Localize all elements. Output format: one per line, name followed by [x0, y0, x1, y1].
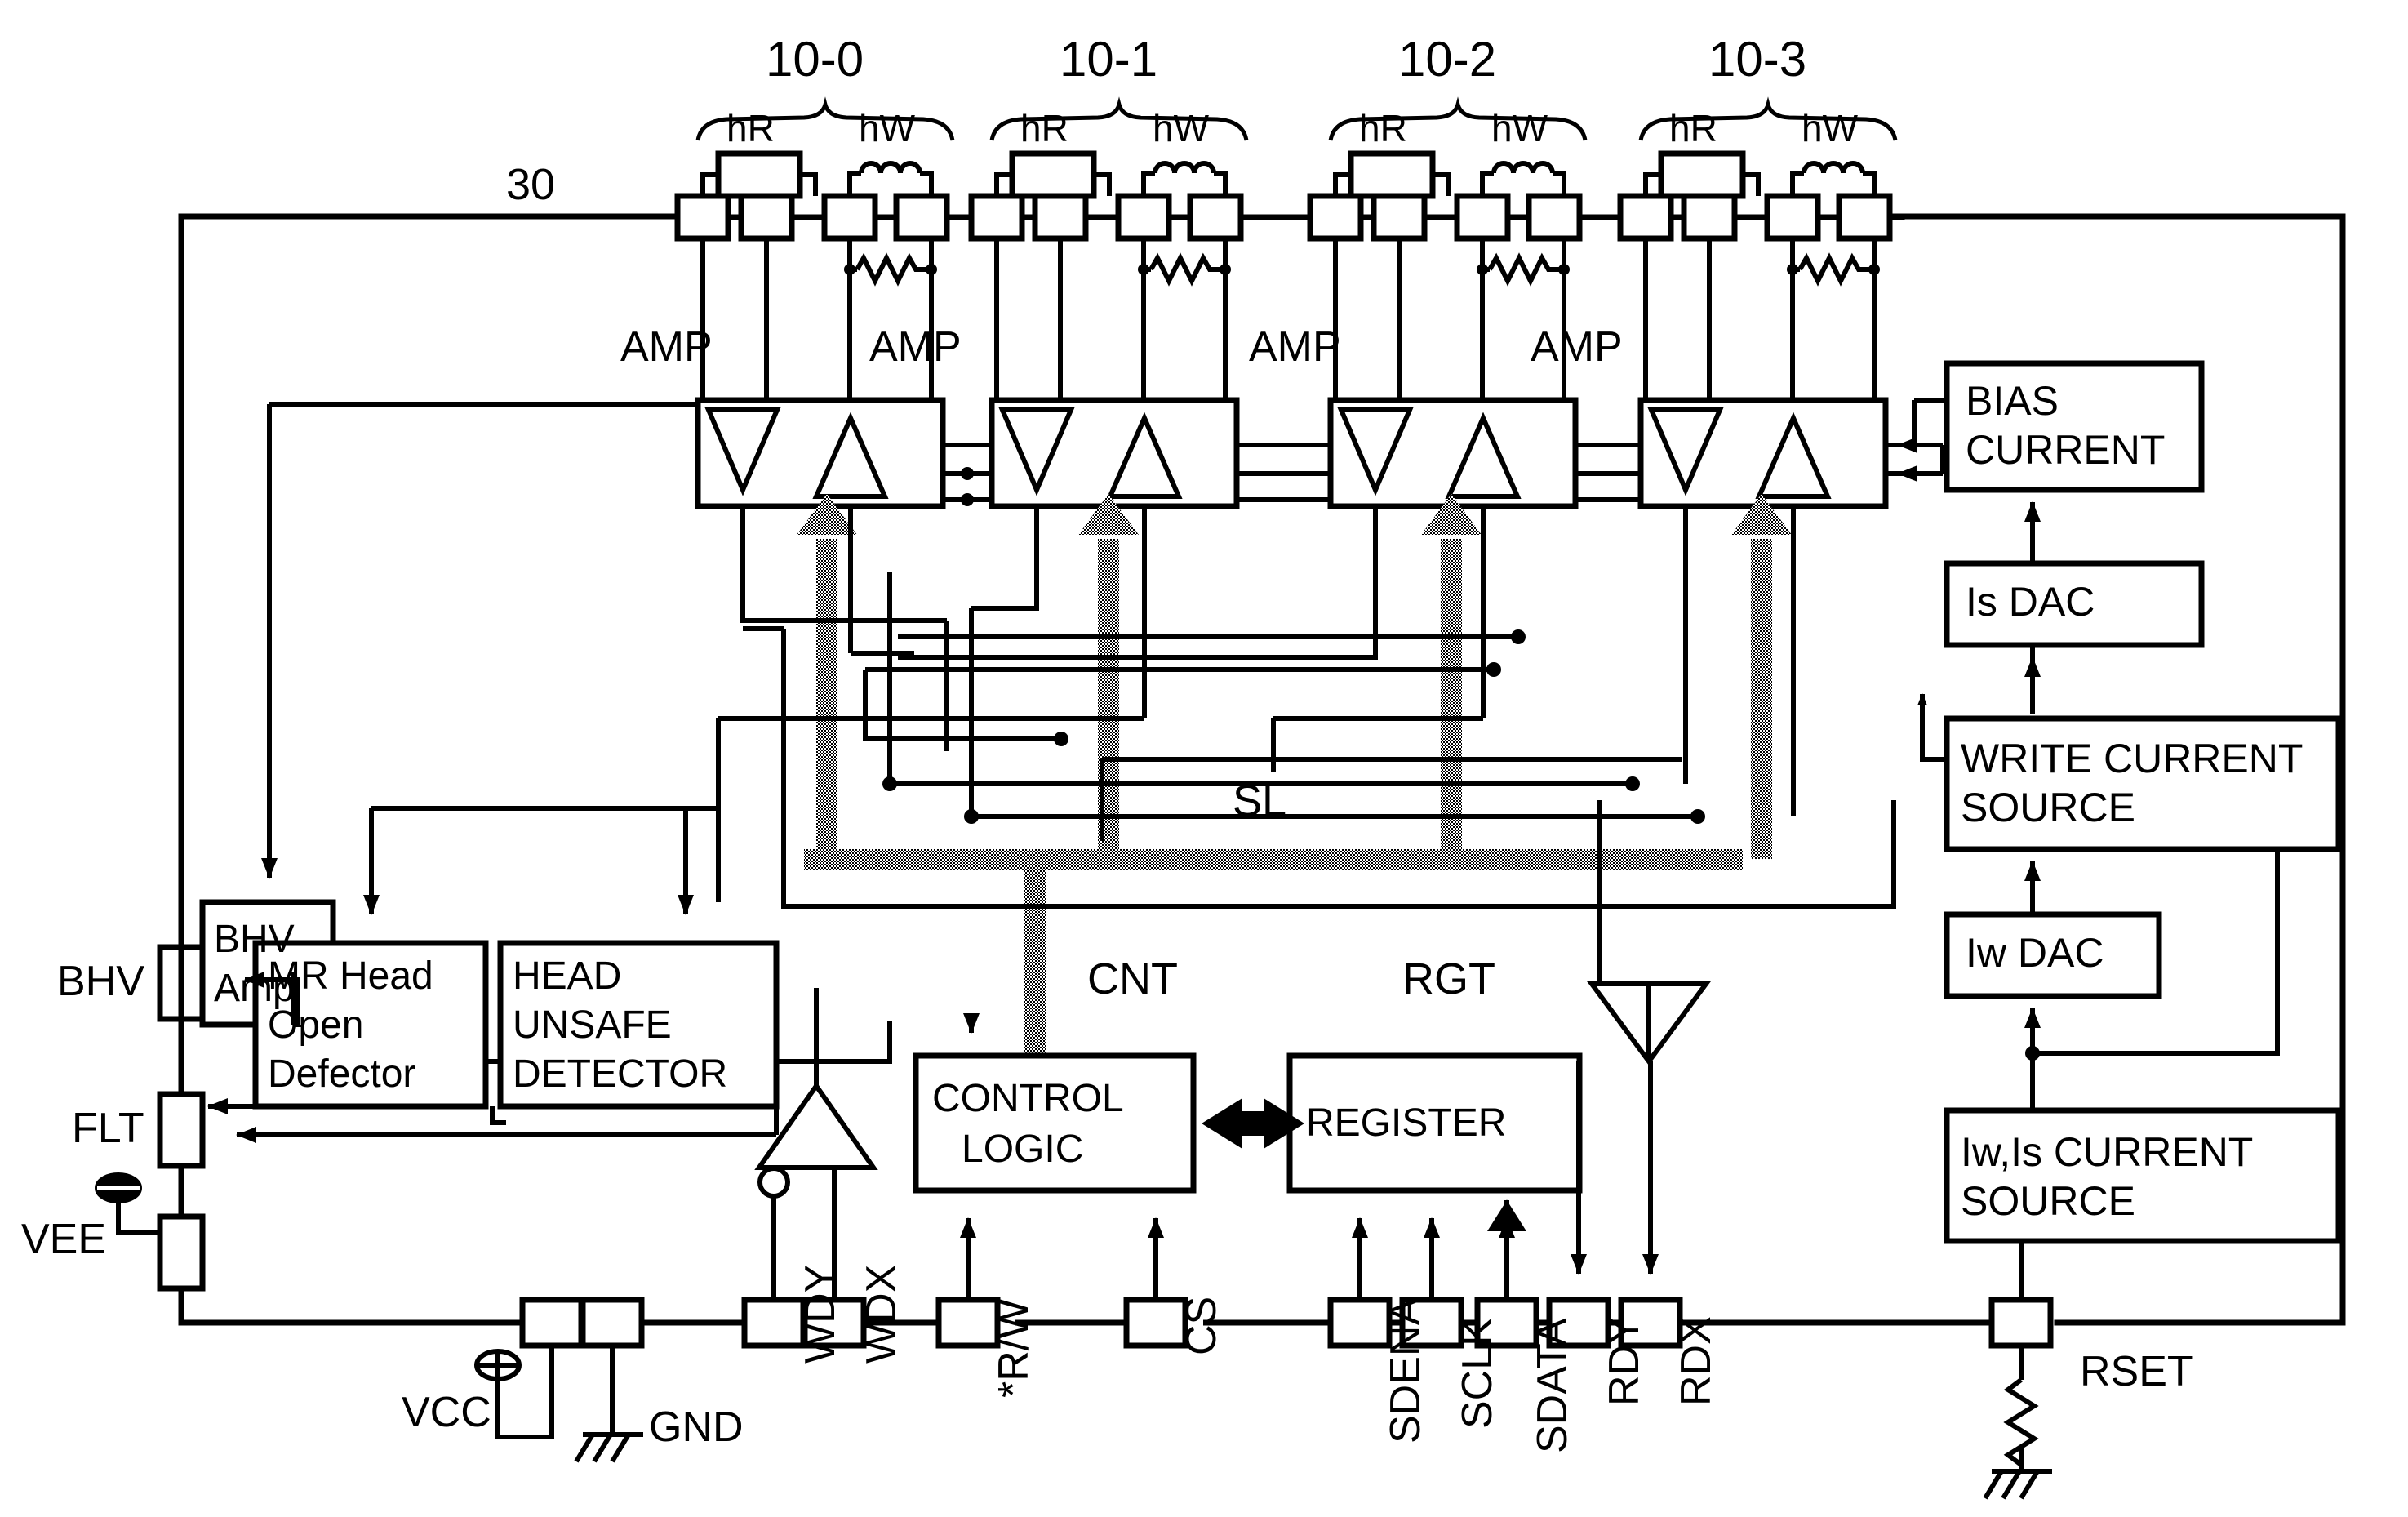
amp-label-2: AMP [1249, 323, 1341, 371]
head-unsafe-detector-line1: HEAD [513, 954, 622, 998]
amp-label-1: AMP [869, 323, 962, 371]
pin-label-bhv: BHV [57, 958, 144, 1005]
register-label: REGISTER [1306, 1101, 1507, 1145]
control-logic-ref: CNT [1087, 954, 1178, 1003]
write-element-label-1: hW [1153, 107, 1209, 149]
read-element-label-1: hR [1020, 107, 1068, 149]
head-group-label-2: 10-2 [1398, 32, 1497, 87]
pin-label-gnd: GND [649, 1404, 744, 1451]
write-current-source-line1: WRITE CURRENT [1961, 736, 2304, 781]
pin-label-flt: FLT [72, 1105, 144, 1152]
head-group-label-3: 10-3 [1708, 32, 1807, 87]
write-current-source-line2: SOURCE [1961, 785, 2135, 830]
bias-current-line1: BIAS [1966, 378, 2059, 424]
pin-label-vee: VEE [21, 1216, 107, 1263]
iw-is-current-source-line1: Iw,Is CURRENT [1961, 1129, 2254, 1175]
mr-head-open-detector-line2: Open [268, 1003, 364, 1047]
pin-label-cs: CS [1178, 1296, 1225, 1355]
mr-head-open-detector-line1: MR Head [268, 954, 433, 998]
pin-label-sclk: SCLK [1454, 1318, 1501, 1429]
pin-label-wdx: WDX [858, 1264, 905, 1364]
pin-label-rdy: RDY [1601, 1316, 1648, 1406]
pin-label-vcc: VCC [402, 1389, 491, 1436]
read-element-label-2: hR [1359, 107, 1407, 149]
pin-label-sdena: SDENA [1382, 1297, 1429, 1444]
figure-canvas: 10-0 10-1 10-2 10-3 hR hW hR hW hR hW hR… [0, 0, 2408, 1517]
bias-current-line2: CURRENT [1966, 427, 2166, 473]
serial-bus-label: SL [1233, 776, 1287, 825]
write-element-label-2: hW [1491, 107, 1548, 149]
is-dac-label: Is DAC [1966, 579, 2095, 625]
write-element-label-0: hW [859, 107, 915, 149]
mr-head-open-detector-line3: Defector [268, 1052, 416, 1096]
read-element-label-0: hR [726, 107, 775, 149]
iw-dac-label: Iw DAC [1966, 930, 2104, 976]
iw-is-current-source-line2: SOURCE [1961, 1178, 2135, 1224]
control-logic-line2: LOGIC [962, 1128, 1084, 1171]
head-unsafe-detector-line3: DETECTOR [513, 1052, 728, 1096]
head-group-label-0: 10-0 [766, 32, 864, 87]
control-logic-line1: CONTROL [932, 1077, 1124, 1120]
write-element-label-3: hW [1802, 107, 1858, 149]
register-ref: RGT [1402, 954, 1495, 1003]
read-element-label-3: hR [1669, 107, 1717, 149]
pin-label-wdy: WDY [797, 1264, 844, 1364]
reference-numeral-30: 30 [506, 160, 556, 209]
pin-label-rdx: RDX [1673, 1316, 1720, 1406]
head-group-label-1: 10-1 [1060, 32, 1158, 87]
pin-label-sdata: SDATA [1529, 1318, 1576, 1453]
pin-label-rset: RSET [2080, 1348, 2193, 1395]
pin-label-rw: *R/W [990, 1298, 1037, 1398]
amp-label-3: AMP [1531, 323, 1623, 371]
head-unsafe-detector-line2: UNSAFE [513, 1003, 672, 1047]
amp-label-0: AMP [620, 323, 713, 371]
